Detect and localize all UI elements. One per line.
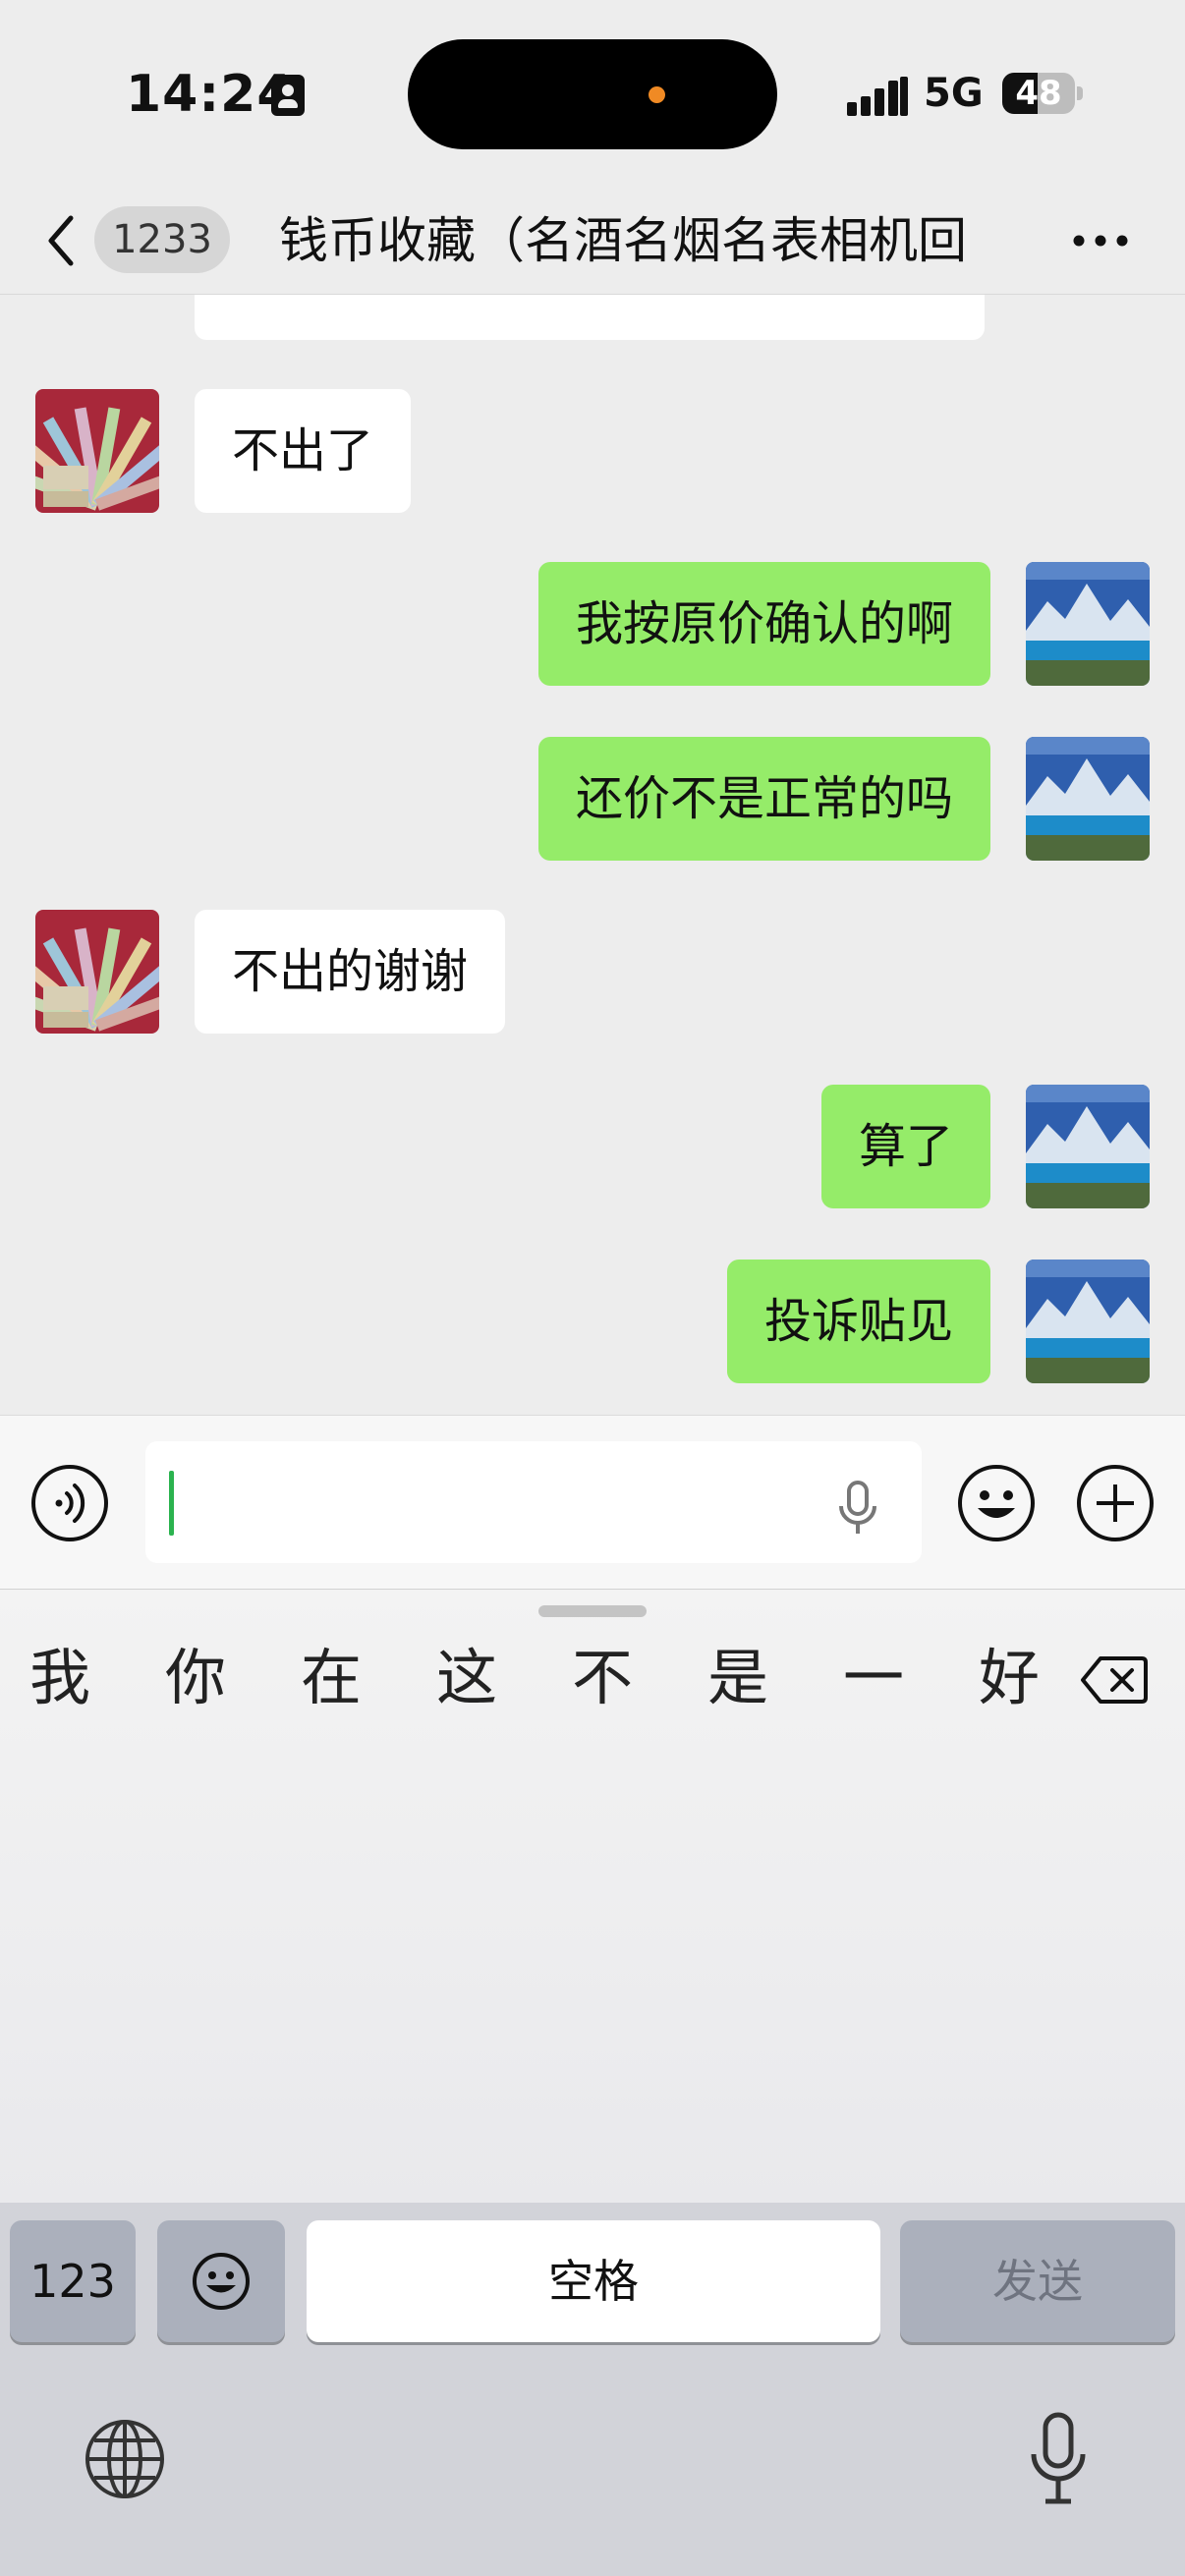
more-icon[interactable] — [1069, 216, 1132, 265]
globe-icon[interactable] — [83, 2417, 167, 2501]
message-bubble-outgoing[interactable]: 算了 — [820, 1085, 990, 1208]
emoji-icon[interactable] — [956, 1463, 1037, 1543]
send-key[interactable]: 发送 — [900, 2220, 1175, 2342]
keyboard: 123 空格 发送 — [0, 2203, 1185, 2576]
network-type: 5G — [924, 71, 984, 116]
battery-icon: 48 — [1002, 73, 1075, 114]
message-bubble-outgoing[interactable]: 我按原价确认的啊 — [537, 562, 990, 686]
status-bar: 14:24 5G 48 — [0, 0, 1185, 187]
message-bubble-partial: ■ — [195, 295, 985, 340]
candidate-word[interactable]: 这 — [436, 1639, 497, 1717]
message-input-bar — [0, 1415, 1185, 1590]
battery-percent: 48 — [1015, 74, 1062, 113]
voice-input-icon[interactable] — [29, 1463, 110, 1543]
message-bubble-outgoing[interactable]: 还价不是正常的吗 — [537, 737, 990, 861]
candidate-word[interactable]: 好 — [979, 1639, 1040, 1717]
text-caret — [169, 1471, 174, 1536]
candidate-word[interactable]: 在 — [301, 1639, 362, 1717]
self-avatar[interactable] — [1026, 737, 1150, 861]
chat-header: 1233 钱币收藏（名酒名烟名表相机回 — [0, 187, 1185, 295]
space-key[interactable]: 空格 — [307, 2220, 880, 2342]
emoji-key-icon — [193, 2253, 250, 2310]
delete-icon[interactable] — [1079, 1652, 1150, 1708]
candidate-word[interactable]: 你 — [165, 1639, 226, 1717]
candidate-word[interactable]: 我 — [29, 1639, 90, 1717]
message-input[interactable] — [145, 1441, 922, 1563]
message-list[interactable]: ■ 不出了 我按原价确认的啊 还价不是正常的吗 — [0, 295, 1185, 1415]
message-bubble-outgoing[interactable]: 投诉贴见 — [726, 1260, 990, 1383]
candidate-word[interactable]: 是 — [707, 1639, 768, 1717]
ime-candidate-panel: 我 你 在 这 不 是 一 好 — [0, 1590, 1185, 2203]
candidate-word[interactable]: 一 — [843, 1639, 904, 1717]
status-time: 14:24 — [126, 65, 294, 124]
panel-grabber[interactable] — [538, 1605, 647, 1617]
microphone-icon[interactable] — [833, 1479, 882, 1538]
dictation-mic-icon[interactable] — [1026, 2411, 1091, 2507]
message-bubble-incoming[interactable]: 不出了 — [195, 389, 412, 513]
privacy-indicator-dot — [649, 86, 665, 103]
add-icon[interactable] — [1075, 1463, 1156, 1543]
sender-avatar[interactable] — [35, 910, 159, 1034]
self-avatar[interactable] — [1026, 1085, 1150, 1208]
signal-icon — [847, 77, 910, 116]
chat-title: 钱币收藏（名酒名烟名表相机回 — [279, 212, 967, 269]
message-bubble-incoming[interactable]: 不出的谢谢 — [195, 910, 506, 1034]
sender-avatar[interactable] — [35, 389, 159, 513]
contact-card-icon — [271, 75, 305, 116]
chevron-left-icon[interactable] — [41, 206, 81, 275]
battery-tip — [1077, 86, 1083, 100]
dynamic-island — [408, 39, 777, 149]
candidate-word[interactable]: 不 — [572, 1639, 633, 1717]
self-avatar[interactable] — [1026, 562, 1150, 686]
emoji-key[interactable] — [157, 2220, 285, 2342]
unread-count-badge[interactable]: 1233 — [94, 206, 230, 273]
numbers-key[interactable]: 123 — [10, 2220, 136, 2342]
self-avatar[interactable] — [1026, 1260, 1150, 1383]
